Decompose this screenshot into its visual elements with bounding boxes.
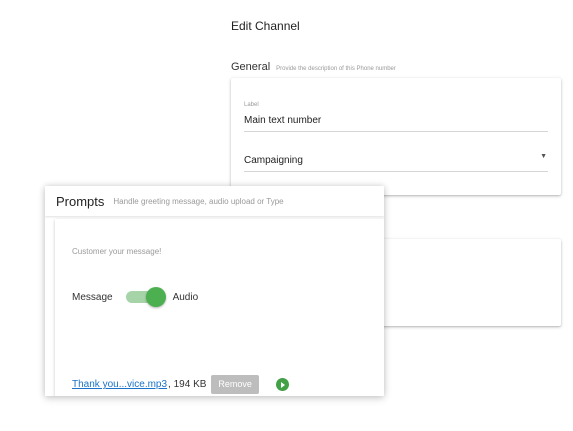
toggle-label-message: Message	[72, 291, 113, 303]
label-field-caption: Label	[244, 102, 259, 108]
channel-type-underline	[244, 171, 548, 172]
audio-file-link[interactable]: Thank you...vice.mp3	[72, 379, 167, 390]
audio-file-size: , 194 KB	[168, 379, 207, 390]
remove-audio-button[interactable]: Remove	[211, 375, 259, 394]
customer-message-hint: Customer your message!	[72, 247, 162, 256]
general-section-header: General Provide the description of this …	[231, 61, 396, 73]
switch-thumb[interactable]	[145, 287, 166, 307]
caret-down-icon[interactable]: ▼	[540, 153, 547, 160]
general-section-title: General	[231, 61, 271, 73]
prompts-description: Handle greeting message, audio upload or…	[113, 196, 284, 206]
message-audio-switch[interactable]	[125, 287, 166, 307]
toggle-label-audio: Audio	[172, 291, 199, 303]
label-field-input[interactable]: Main text number	[244, 115, 321, 126]
page-title: Edit Channel	[231, 19, 300, 33]
prompts-panel: Prompts Handle greeting message, audio u…	[45, 186, 384, 396]
general-card: Label Main text number Campaigning ▼	[231, 78, 561, 195]
audio-file-row: Thank you...vice.mp3 , 194 KB Remove	[72, 375, 289, 394]
label-field-underline	[244, 131, 548, 132]
play-icon[interactable]	[275, 378, 289, 391]
channel-type-select[interactable]: Campaigning	[244, 155, 303, 166]
message-audio-toggle-row: Message Audio	[72, 287, 198, 307]
prompts-card: Customer your message! Message Audio Tha…	[55, 219, 384, 396]
prompts-header: Prompts Handle greeting message, audio u…	[45, 186, 384, 216]
prompts-title: Prompts	[56, 193, 105, 209]
general-section-description: Provide the description of this Phone nu…	[276, 66, 396, 72]
